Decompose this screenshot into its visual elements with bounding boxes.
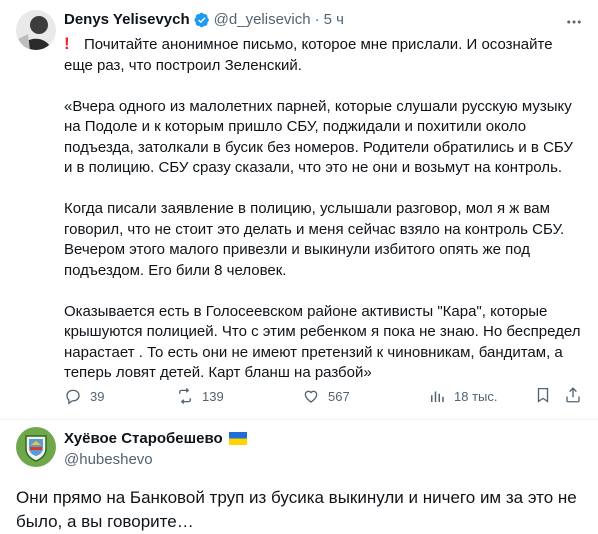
divider	[0, 419, 598, 420]
reply-button[interactable]: 39	[64, 387, 104, 405]
heart-icon	[304, 390, 318, 403]
ukraine-flag-icon	[228, 432, 247, 445]
tweet-paragraph: Когда писали заявление в полицию, услыша…	[64, 200, 565, 279]
repost-count: 139	[202, 388, 224, 404]
views-chart-icon	[431, 391, 444, 402]
author-name[interactable]: Хуёвое Старобешево	[64, 430, 223, 447]
author-name[interactable]: Denys Yelisevych	[64, 11, 190, 28]
bookmark-icon	[537, 387, 549, 403]
repost-button[interactable]: 139	[176, 387, 224, 405]
tweet-intro: Почитайте анонимное письмо, которое мне …	[64, 36, 553, 74]
like-count: 567	[328, 388, 350, 404]
exclamation-icon: !	[64, 34, 70, 53]
share-icon	[566, 387, 580, 403]
bookmark-button[interactable]	[534, 386, 552, 407]
post-time[interactable]: 5 ч	[324, 11, 344, 28]
reply-count: 39	[90, 388, 105, 404]
repost-icon	[179, 387, 191, 405]
author-handle[interactable]: @d_yelisevich	[214, 11, 311, 28]
tweet-paragraph: Оказывается есть в Голосеевском районе а…	[64, 302, 581, 382]
tweet-body: ! Почитайте анонимное письмо, которое мне…	[64, 34, 582, 384]
verified-badge-icon	[194, 12, 209, 27]
more-options-icon[interactable]	[564, 12, 584, 32]
like-button[interactable]: 567	[302, 387, 350, 405]
author-avatar[interactable]	[16, 10, 56, 50]
author-avatar[interactable]	[16, 427, 56, 467]
reply-text: Они прямо на Банковой труп из бусика вык…	[16, 488, 577, 531]
tweet-paragraph: «Вчера одного из малолетних парней, кото…	[64, 97, 573, 177]
views-count: 18 тыс.	[454, 388, 498, 404]
reply-icon	[66, 389, 80, 405]
dot-separator: ·	[314, 11, 320, 28]
views-button[interactable]: 18 тыс.	[428, 387, 497, 405]
share-button[interactable]	[564, 386, 582, 407]
author-handle[interactable]: @hubeshevo	[64, 451, 153, 468]
